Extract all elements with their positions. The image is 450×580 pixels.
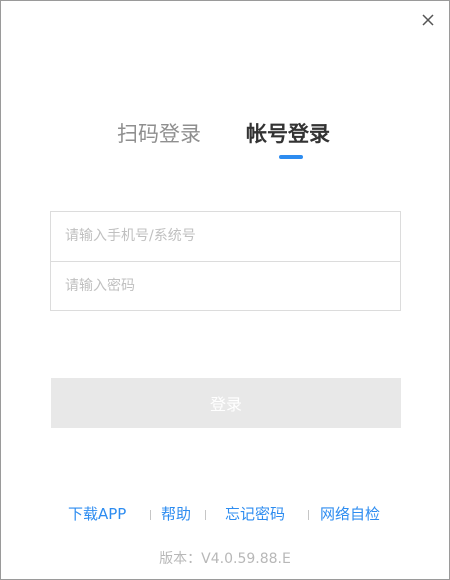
link-separator (150, 510, 151, 520)
tab-qr-login[interactable]: 扫码登录 (117, 117, 201, 151)
account-input[interactable] (51, 212, 400, 260)
tab-account-login[interactable]: 帐号登录 (246, 117, 330, 151)
login-button[interactable]: 登录 (51, 378, 401, 428)
password-input[interactable] (51, 262, 400, 310)
network-check-link[interactable]: 网络自检 (320, 502, 380, 526)
close-button[interactable] (419, 11, 437, 29)
footer-links: 下载APP 帮助 忘记密码 网络自检 (1, 502, 449, 526)
active-tab-indicator (279, 155, 303, 159)
login-window: 扫码登录 帐号登录 登录 下载APP 帮助 忘记密码 网络自检 版本：V4.0.… (0, 0, 450, 580)
help-link[interactable]: 帮助 (161, 502, 191, 526)
close-icon (422, 14, 434, 26)
link-separator (205, 510, 206, 520)
forgot-password-link[interactable]: 忘记密码 (225, 502, 285, 526)
login-form (50, 211, 401, 311)
download-app-link[interactable]: 下载APP (68, 502, 126, 526)
version-label: 版本：V4.0.59.88.E (159, 551, 291, 567)
link-separator (308, 510, 309, 520)
login-tabs: 扫码登录 帐号登录 (1, 117, 449, 167)
